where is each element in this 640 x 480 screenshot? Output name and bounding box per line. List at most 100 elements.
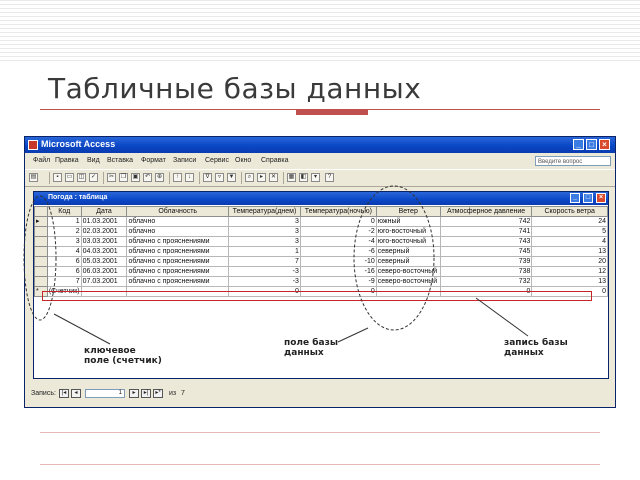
cell[interactable]: облачно с прояснениями [126,276,230,287]
cell[interactable]: облачно [126,216,230,227]
cell[interactable]: северо-восточный [375,266,441,277]
table-row[interactable]: 4 04.03.2001 облачно с прояснениями 1 -6… [34,246,608,257]
new-object-icon[interactable]: ◧ [299,173,308,182]
cell[interactable]: -3 [228,276,301,287]
row-selector[interactable]: ▸ [34,216,48,227]
sort-asc-icon[interactable]: ↑ [173,173,182,182]
cell[interactable]: юго-восточный [375,226,441,237]
cell[interactable]: юго-восточный [375,236,441,247]
cell[interactable]: 1 [46,216,82,227]
row-selector[interactable] [34,256,48,267]
cell[interactable]: 6 [46,256,82,267]
cut-icon[interactable]: ✂ [107,173,116,182]
menu-tools[interactable]: Сервис [205,157,229,164]
column-header[interactable]: Температура(днем) [228,206,301,217]
cell[interactable]: -9 [299,276,377,287]
table-row[interactable]: 6 05.03.2001 облачно с прояснениями 7 -1… [34,256,608,267]
cell[interactable]: 04.03.2001 [80,246,128,257]
row-selector[interactable] [34,236,48,247]
database-window-icon[interactable]: ▦ [287,173,296,182]
cell[interactable]: 732 [439,276,533,287]
cell[interactable]: 13 [531,246,608,257]
cell[interactable]: -2 [299,226,377,237]
menu-format[interactable]: Формат [141,157,166,164]
row-selector-header[interactable] [34,206,48,217]
table-row[interactable]: 7 07.03.2001 облачно с прояснениями -3 -… [34,276,608,287]
maximize-icon[interactable]: □ [586,139,597,150]
menu-view[interactable]: Вид [87,157,100,164]
cell[interactable]: -6 [299,246,377,257]
cell[interactable]: 745 [439,246,533,257]
view-icon[interactable]: ▤ [29,173,38,182]
column-header[interactable]: Атмосферное давление [439,206,533,217]
cell[interactable]: 5 [531,226,608,237]
filter-form-icon[interactable]: ▿ [215,173,224,182]
spell-icon[interactable]: ✓ [89,173,98,182]
cell[interactable]: 1 [228,246,301,257]
cell[interactable]: облачно [126,226,230,237]
next-record-icon[interactable]: ▸ [129,389,139,398]
cell[interactable]: южный [375,216,441,227]
row-selector[interactable] [34,226,48,237]
cell[interactable]: 03.03.2001 [80,236,128,247]
first-record-icon[interactable]: |◂ [59,389,69,398]
menu-insert[interactable]: Вставка [107,157,133,164]
cell[interactable]: 741 [439,226,533,237]
menu-window[interactable]: Окно [235,157,251,164]
cell[interactable]: 4 [531,236,608,247]
apply-filter-icon[interactable]: ▼ [227,173,236,182]
hyperlink-icon[interactable]: ⊕ [155,173,164,182]
cell[interactable]: 3 [46,236,82,247]
record-number-input[interactable]: 1 [85,389,125,398]
last-record-icon[interactable]: ▸| [141,389,151,398]
cell[interactable]: 3 [228,236,301,247]
table-row[interactable]: 6 06.03.2001 облачно с прояснениями -3 -… [34,266,608,277]
cell[interactable]: 24 [531,216,608,227]
prev-record-icon[interactable]: ◂ [71,389,81,398]
cell[interactable]: облачно с прояснениями [126,246,230,257]
table-maximize-icon[interactable]: □ [583,193,593,203]
filter-selection-icon[interactable]: ∇ [203,173,212,182]
cell[interactable]: облачно с прояснениями [126,236,230,247]
cell[interactable]: 743 [439,236,533,247]
table-close-icon[interactable]: × [596,193,606,203]
delete-record-icon[interactable]: ✕ [269,173,278,182]
minimize-icon[interactable]: _ [573,139,584,150]
help-icon[interactable]: ? [325,173,334,182]
table-row[interactable]: 3 03.03.2001 облачно с прояснениями 3 -4… [34,236,608,247]
cell[interactable]: 20 [531,256,608,267]
menu-records[interactable]: Записи [173,157,196,164]
cell[interactable]: 3 [228,226,301,237]
cell[interactable]: 06.03.2001 [80,266,128,277]
cell[interactable]: 3 [228,216,301,227]
ask-question-input[interactable]: Введите вопрос [535,156,611,166]
table-minimize-icon[interactable]: _ [570,193,580,203]
dropdown-arrow-icon[interactable]: ▾ [311,173,320,182]
table-row[interactable]: ▸ 1 01.03.2001 облачно 3 0 южный 742 24 [34,216,608,227]
cell[interactable]: 0 [299,216,377,227]
cell[interactable]: 7 [46,276,82,287]
cell[interactable]: 07.03.2001 [80,276,128,287]
cell[interactable]: 6 [46,266,82,277]
cell[interactable]: северный [375,256,441,267]
menu-file[interactable]: Файл [33,157,50,164]
menu-edit[interactable]: Правка [55,157,79,164]
row-selector[interactable] [34,246,48,257]
cell[interactable]: северо-восточный [375,276,441,287]
cell[interactable]: 742 [439,216,533,227]
cell[interactable]: -16 [299,266,377,277]
menu-help[interactable]: Справка [261,157,288,164]
column-header[interactable]: Скорость ветра [531,206,608,217]
undo-icon[interactable]: ↶ [143,173,152,182]
column-header[interactable]: Дата [80,206,128,217]
column-header[interactable]: Ветер [375,206,441,217]
cell[interactable]: 4 [46,246,82,257]
cell[interactable]: 02.03.2001 [80,226,128,237]
copy-icon[interactable]: ❐ [119,173,128,182]
cell[interactable]: -10 [299,256,377,267]
cell[interactable]: 01.03.2001 [80,216,128,227]
cell[interactable]: 2 [46,226,82,237]
cell[interactable]: облачно с прояснениями [126,256,230,267]
new-record-icon[interactable]: ▸ [257,173,266,182]
cell[interactable]: 12 [531,266,608,277]
